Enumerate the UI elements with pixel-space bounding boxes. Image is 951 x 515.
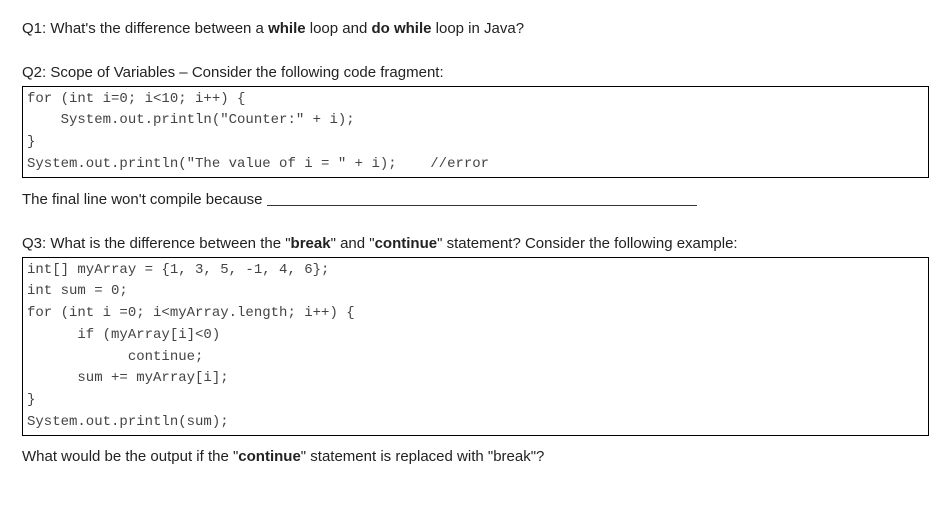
- q3-tail-post: " statement is replaced with "break"?: [301, 448, 545, 465]
- question-2: Q2: Scope of Variables – Consider the fo…: [22, 62, 929, 211]
- q1-text-mid: loop and: [306, 20, 372, 37]
- q3-text-mid: " and ": [331, 235, 375, 252]
- q3-text-pre: Q3: What is the difference between the ": [22, 235, 291, 252]
- q1-bold-dowhile: do while: [371, 20, 431, 37]
- q3-code-box: int[] myArray = {1, 3, 5, -1, 4, 6}; int…: [22, 257, 929, 437]
- q3-tail-bold: continue: [238, 448, 301, 465]
- q1-heading: Q1: What's the difference between a whil…: [22, 18, 929, 40]
- question-3: Q3: What is the difference between the "…: [22, 233, 929, 468]
- q3-tail: What would be the output if the "continu…: [22, 446, 929, 468]
- q2-fill-line: The final line won't compile because: [22, 188, 929, 211]
- q2-tail-text: The final line won't compile because: [22, 191, 267, 208]
- q1-bold-while: while: [268, 20, 306, 37]
- q3-bold-break: break: [291, 235, 331, 252]
- q3-bold-continue: continue: [375, 235, 438, 252]
- q3-tail-pre: What would be the output if the ": [22, 448, 238, 465]
- q2-heading: Q2: Scope of Variables – Consider the fo…: [22, 62, 929, 84]
- q2-blank-line: [267, 190, 697, 206]
- q3-text-post: " statement? Consider the following exam…: [437, 235, 737, 252]
- q2-code-box: for (int i=0; i<10; i++) { System.out.pr…: [22, 86, 929, 179]
- q1-text-pre: Q1: What's the difference between a: [22, 20, 268, 37]
- q1-text-post: loop in Java?: [431, 20, 524, 37]
- q3-heading: Q3: What is the difference between the "…: [22, 233, 929, 255]
- question-1: Q1: What's the difference between a whil…: [22, 18, 929, 40]
